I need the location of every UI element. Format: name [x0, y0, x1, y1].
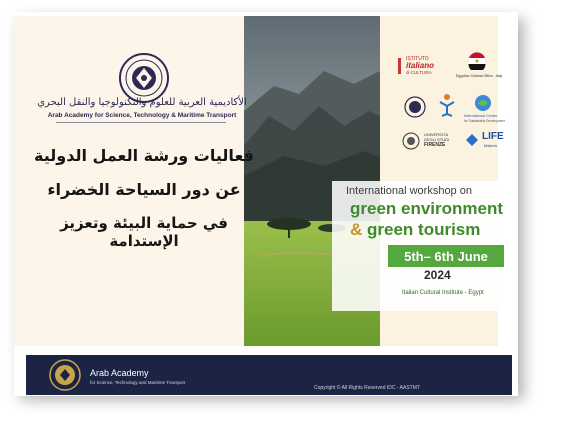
- istituto-name2: italiano: [406, 61, 435, 70]
- life-name: LIFE: [482, 131, 504, 142]
- workshop-green-tourism: green tourism: [367, 220, 481, 239]
- firenze-name3: FIRENZE: [424, 142, 446, 148]
- intl-center-name: International Center: [464, 114, 498, 118]
- istituto-name3: di CULTURA: [406, 70, 432, 75]
- egypt-office-label: Egyptian Cultural Office - Italy: [456, 74, 503, 78]
- workshop-green-environment: green environment: [350, 199, 504, 218]
- firenze-logo: [402, 132, 420, 154]
- arabic-title-line-2: عن دور السياحة الخضراء: [47, 180, 241, 199]
- arabic-title-line-1: فعاليات ورشة العمل الدولية: [34, 146, 254, 165]
- workshop-green-tourism-line: & green tourism: [350, 220, 480, 240]
- ampersand: &: [350, 220, 363, 239]
- workshop-venue: Italian Cultural Institute - Egypt: [402, 290, 484, 296]
- footer-academy-logo: [48, 358, 82, 392]
- date-banner: 5th– 6th June: [388, 245, 504, 267]
- arabic-title-line-3: في حماية البيئة وتعزيز الإستدامة: [60, 214, 228, 250]
- istituto-logo: ISTITUTO italiano di CULTURA: [396, 56, 452, 78]
- divider: [56, 122, 226, 123]
- intl-center-sub: for Sustainable Development: [464, 119, 505, 123]
- academy-name-arabic: الأكاديمية العربية للعلوم والتكنولوجيا و…: [37, 97, 247, 108]
- academy-small-logo: [404, 96, 426, 122]
- footer-academy-name: Arab Academy: [90, 368, 149, 378]
- footer-copyright: Copyright © All Rights Reserved IDC - AA…: [314, 385, 420, 391]
- intl-center-logo: [474, 94, 492, 116]
- footer-academy-sub: for Science, Technology and Maritime Tra…: [90, 380, 186, 385]
- workshop-title: International workshop on: [346, 185, 472, 197]
- life-sub: Makers: [484, 143, 498, 148]
- academy-name-english: Arab Academy for Science, Technology & M…: [47, 112, 237, 119]
- life-makers-logo: [464, 132, 480, 152]
- workshop-date: 5th– 6th June: [404, 248, 488, 264]
- workshop-year: 2024: [424, 268, 451, 282]
- egypt-flag-logo: [468, 52, 486, 74]
- blue-figure-logo: [436, 92, 458, 122]
